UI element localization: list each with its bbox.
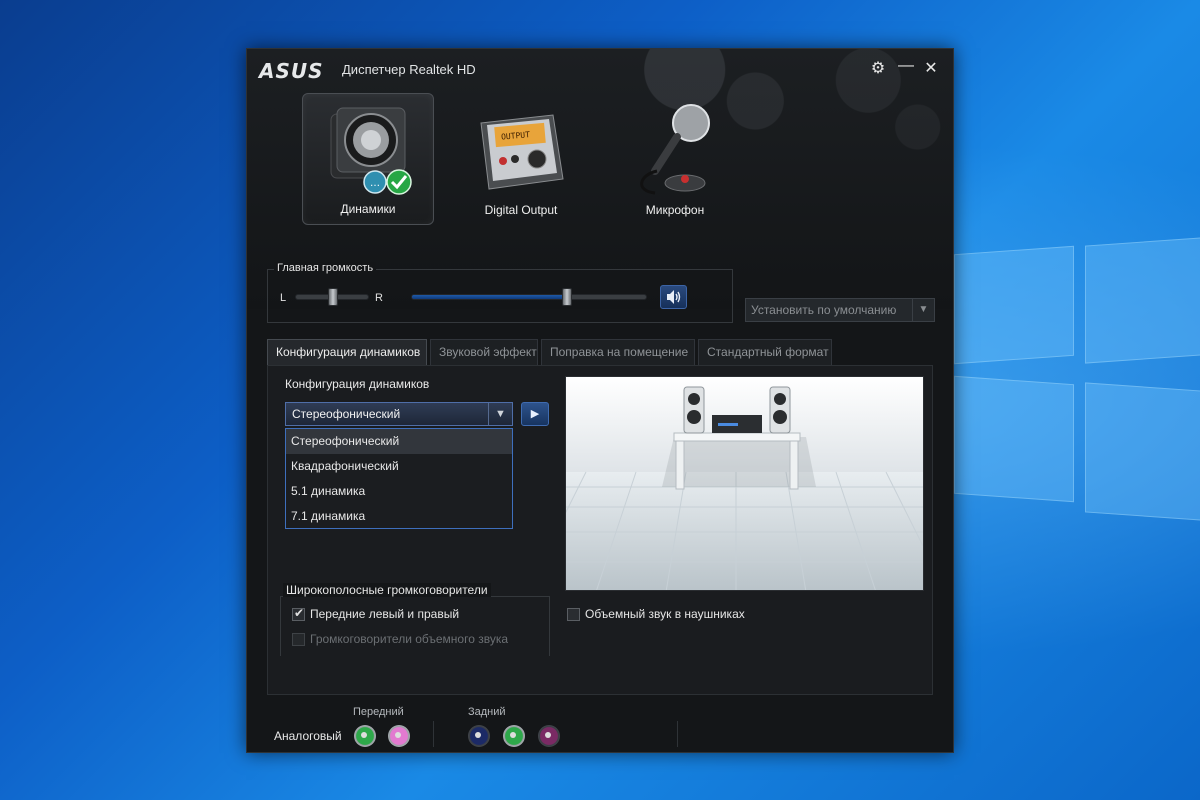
dropdown-option[interactable]: Квадрафонический (286, 454, 512, 479)
set-default-label: Установить по умолчанию (751, 303, 897, 317)
device-bar: … Динамики OUTPUT Digital Output Микрофо… (247, 91, 953, 236)
svg-text:…: … (370, 178, 380, 189)
tab-speaker-config[interactable]: Конфигурация динамиков (267, 339, 427, 365)
chevron-down-icon: ▼ (912, 299, 934, 321)
volume-slider-thumb[interactable] (562, 288, 572, 306)
asus-logo: ASUS (259, 59, 324, 83)
device-speakers[interactable]: … Динамики (302, 93, 434, 225)
analog-label: Аналоговый (274, 729, 342, 743)
speaker-volume-icon (667, 290, 681, 304)
main-volume-title: Главная громкость (274, 262, 377, 274)
dropdown-option[interactable]: 5.1 динамика (286, 479, 512, 504)
speaker-config-combobox[interactable]: Стереофонический ▼ (285, 402, 513, 426)
volume-slider-track[interactable] (411, 294, 647, 300)
window-title: Диспетчер Realtek HD (342, 62, 476, 77)
device-label: Микрофон (645, 203, 705, 217)
device-digital-output[interactable]: OUTPUT Digital Output (455, 93, 587, 225)
windows-logo (940, 234, 1200, 600)
tab-default-format[interactable]: Стандартный формат (698, 339, 832, 365)
rear-jack-green[interactable] (503, 725, 525, 747)
chevron-down-icon: ▼ (488, 403, 512, 425)
title-bar[interactable]: ASUS Диспетчер Realtek HD ⚙ — ✕ (247, 49, 953, 89)
balance-slider-thumb[interactable] (328, 288, 338, 306)
play-test-button[interactable]: ▶ (521, 402, 549, 426)
front-speakers-label: Передние левый и правый (310, 607, 460, 621)
headphones-virtualization-checkbox[interactable] (567, 608, 580, 621)
balance-right-label: R (375, 292, 383, 304)
digital-output-icon: OUTPUT (480, 114, 564, 190)
play-icon: ▶ (530, 408, 540, 420)
minimize-button[interactable]: — (895, 55, 917, 77)
mute-button[interactable] (660, 285, 687, 309)
speaker-room-illustration (566, 377, 923, 590)
fullrange-group (280, 596, 550, 656)
surround-speakers-checkbox[interactable] (292, 633, 305, 646)
front-speakers-checkbox[interactable] (292, 606, 305, 621)
jack-divider (433, 721, 434, 747)
front-jacks-label: Передний (353, 706, 404, 718)
dropdown-option[interactable]: 7.1 динамика (286, 504, 512, 529)
tab-sound-effect[interactable]: Звуковой эффект (430, 339, 538, 365)
device-microphone[interactable]: Микрофон (609, 93, 741, 225)
fullrange-title: Широкополосные громкоговорители (283, 583, 491, 597)
speaker-icon: … (330, 107, 412, 195)
tab-room-correction[interactable]: Поправка на помещение (541, 339, 695, 365)
close-button[interactable]: ✕ (920, 58, 942, 80)
front-jack-green[interactable] (354, 725, 376, 747)
speaker-preview[interactable] (565, 376, 924, 591)
dropdown-option[interactable]: Стереофонический (286, 429, 512, 454)
front-jack-pink[interactable] (388, 725, 410, 747)
realtek-window: ASUS Диспетчер Realtek HD ⚙ — ✕ … Динами… (246, 48, 954, 753)
gear-icon[interactable]: ⚙ (867, 58, 889, 80)
set-default-select[interactable]: Установить по умолчанию ▼ (745, 298, 935, 322)
speaker-config-value: Стереофонический (292, 407, 401, 421)
device-label: Динамики (340, 202, 396, 216)
speaker-config-dropdown: Стереофонический Квадрафонический 5.1 ди… (285, 428, 513, 529)
speaker-config-heading: Конфигурация динамиков (285, 377, 430, 391)
rear-jack-blue[interactable] (468, 725, 490, 747)
device-label: Digital Output (484, 203, 558, 217)
surround-speakers-label: Громкоговорители объемного звука (310, 632, 509, 646)
jack-divider (677, 721, 678, 747)
headphones-virtualization-label: Объемный звук в наушниках (585, 607, 745, 621)
microphone-icon (640, 104, 710, 195)
rear-jack-pink[interactable] (538, 725, 560, 747)
balance-left-label: L (280, 292, 287, 304)
rear-jacks-label: Задний (468, 706, 506, 718)
volume-slider-fill (412, 295, 570, 299)
